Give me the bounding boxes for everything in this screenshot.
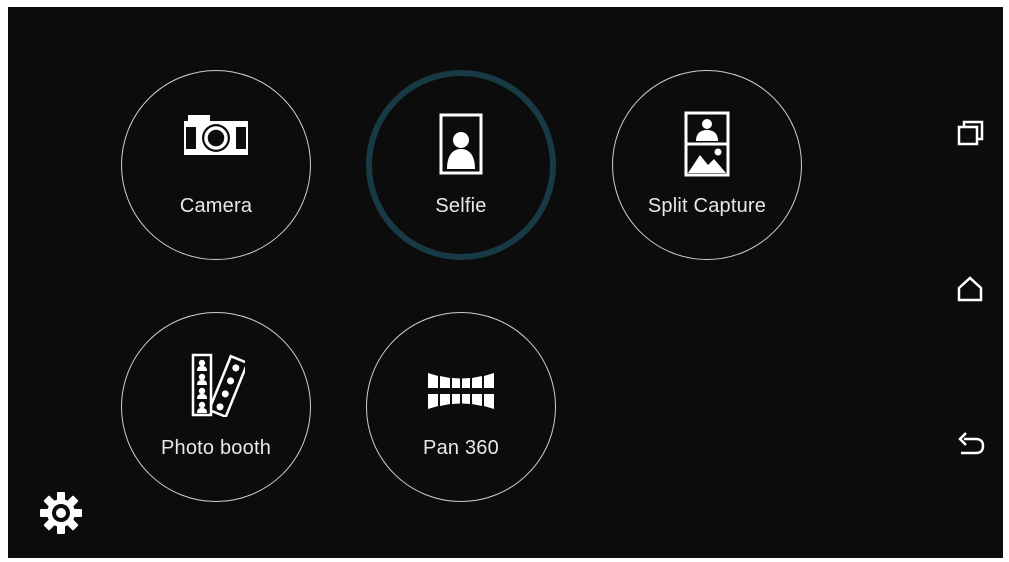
split-capture-mode-label: Split Capture <box>647 195 767 217</box>
camera-mode-label: Camera <box>179 195 253 217</box>
photo-booth-icon <box>191 353 245 417</box>
panorama-360-icon <box>428 373 494 409</box>
back-icon <box>958 432 985 455</box>
recent-apps-icon <box>957 120 984 146</box>
photo-booth-mode-label: Photo booth <box>160 437 272 459</box>
camera-icon <box>184 115 248 155</box>
home-icon <box>957 276 983 302</box>
recent-apps-button[interactable] <box>950 112 990 152</box>
split-capture-mode-button[interactable]: Split Capture <box>612 70 802 260</box>
selfie-mode-label: Selfie <box>435 195 487 217</box>
selfie-mode-button[interactable]: Selfie <box>366 70 556 260</box>
selfie-portrait-icon <box>439 113 483 175</box>
camera-mode-button[interactable]: Camera <box>121 70 311 260</box>
back-button[interactable] <box>950 425 990 465</box>
gear-icon <box>40 492 82 534</box>
home-button[interactable] <box>950 269 990 309</box>
split-capture-icon <box>684 111 730 177</box>
pan-360-mode-label: Pan 360 <box>423 437 499 459</box>
camera-mode-screen: Camera Selfie Split Capture Photo booth … <box>8 7 1003 558</box>
photo-booth-mode-button[interactable]: Photo booth <box>121 312 311 502</box>
pan-360-mode-button[interactable]: Pan 360 <box>366 312 556 502</box>
settings-button[interactable] <box>38 490 84 536</box>
